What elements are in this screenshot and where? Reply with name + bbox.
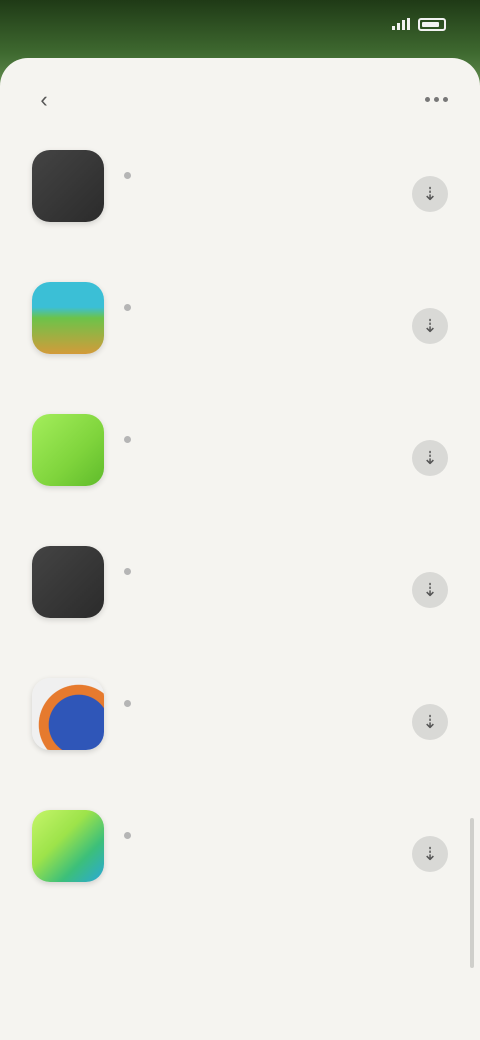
app-icon: [32, 546, 104, 618]
list-item[interactable]: ⇣: [0, 268, 480, 400]
app-name: [124, 278, 394, 298]
app-info: [124, 278, 394, 311]
app-name: [124, 806, 394, 826]
meta-dot-icon: [124, 436, 131, 443]
download-icon: ⇣: [422, 711, 438, 732]
meta-dot-icon: [124, 568, 131, 575]
status-icons: [392, 17, 446, 31]
get-button[interactable]: ⇣: [412, 308, 448, 344]
app-icon: [32, 414, 104, 486]
get-button[interactable]: ⇣: [412, 836, 448, 872]
get-button[interactable]: ⇣: [412, 704, 448, 740]
list-item[interactable]: ⇣: [0, 796, 480, 928]
app-info: [124, 674, 394, 707]
get-button[interactable]: ⇣: [412, 176, 448, 212]
meta-dot-icon: [124, 832, 131, 839]
app-icon: [32, 282, 104, 354]
app-sheet: ‹ ⇣ ⇣ ⇣ ⇣ ⇣ ⇣: [0, 58, 480, 1040]
app-meta: [124, 304, 394, 311]
app-list: ⇣ ⇣ ⇣ ⇣ ⇣ ⇣: [0, 136, 480, 928]
app-icon: [32, 678, 104, 750]
status-bar: [0, 0, 480, 48]
get-button[interactable]: ⇣: [412, 572, 448, 608]
app-name: [124, 674, 394, 694]
app-meta: [124, 568, 394, 575]
list-item[interactable]: ⇣: [0, 532, 480, 664]
sheet-header: ‹: [0, 58, 480, 142]
app-info: [124, 410, 394, 443]
signal-icon: [392, 18, 410, 30]
scrollbar[interactable]: [470, 818, 474, 968]
get-button[interactable]: ⇣: [412, 440, 448, 476]
app-icon: [32, 150, 104, 222]
more-icon[interactable]: [416, 84, 456, 114]
app-meta: [124, 436, 394, 443]
list-item[interactable]: ⇣: [0, 664, 480, 796]
download-icon: ⇣: [422, 843, 438, 864]
app-name: [124, 410, 394, 430]
meta-dot-icon: [124, 700, 131, 707]
app-name: [124, 542, 394, 562]
app-meta: [124, 832, 394, 839]
app-name: [124, 146, 394, 166]
download-icon: ⇣: [422, 315, 438, 336]
app-info: [124, 542, 394, 575]
meta-dot-icon: [124, 172, 131, 179]
app-meta: [124, 172, 394, 179]
battery-icon: [418, 17, 446, 31]
list-item[interactable]: ⇣: [0, 400, 480, 532]
app-meta: [124, 700, 394, 707]
meta-dot-icon: [124, 304, 131, 311]
download-icon: ⇣: [422, 579, 438, 600]
download-icon: ⇣: [422, 447, 438, 468]
app-info: [124, 806, 394, 839]
download-icon: ⇣: [422, 183, 438, 204]
app-info: [124, 146, 394, 179]
app-icon: [32, 810, 104, 882]
list-item[interactable]: ⇣: [0, 136, 480, 268]
back-icon[interactable]: ‹: [30, 86, 58, 114]
